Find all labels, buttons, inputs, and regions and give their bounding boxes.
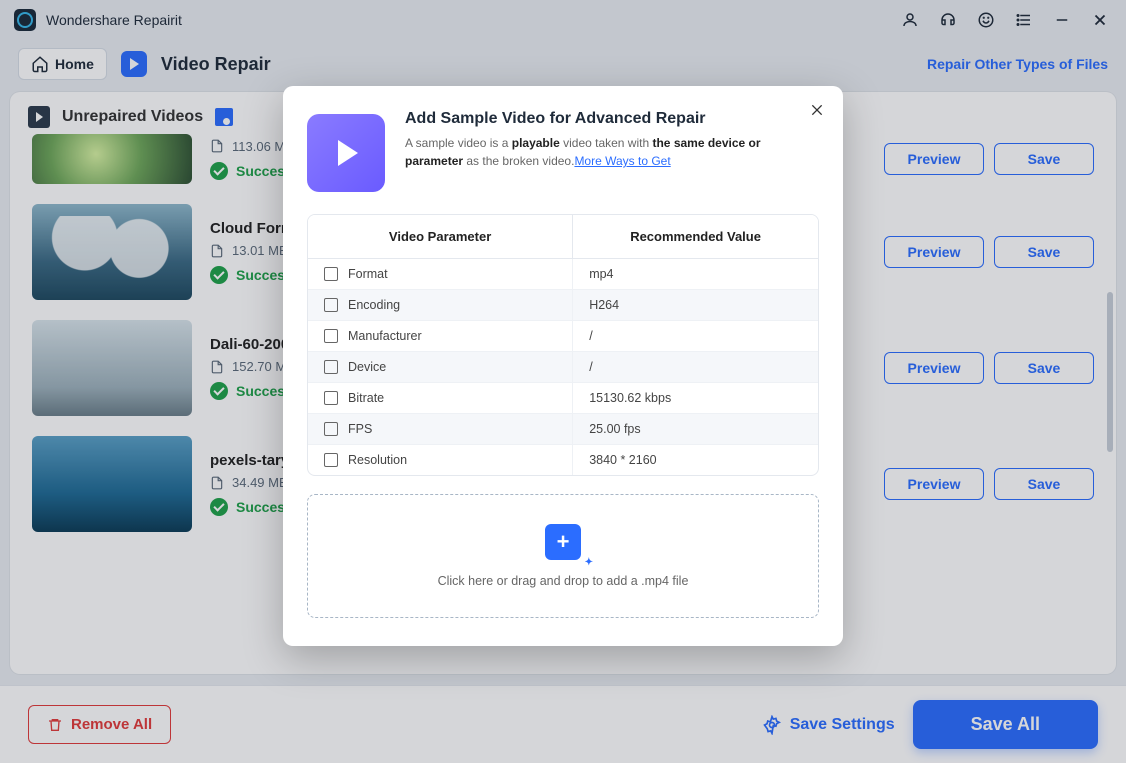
col-value: Recommended Value [573, 215, 818, 258]
param-label: Resolution [348, 453, 407, 467]
param-value: / [573, 352, 818, 382]
close-icon[interactable] [805, 98, 829, 122]
resolution-icon [324, 453, 338, 467]
param-value: 25.00 fps [573, 414, 818, 444]
param-value: 3840 * 2160 [573, 445, 818, 475]
param-label: Device [348, 360, 386, 374]
param-label: Format [348, 267, 388, 281]
sample-dropzone[interactable]: + Click here or drag and drop to add a .… [307, 494, 819, 618]
dropzone-hint: Click here or drag and drop to add a .mp… [438, 574, 689, 588]
modal-overlay[interactable]: Add Sample Video for Advanced Repair A s… [0, 0, 1126, 763]
param-label: Manufacturer [348, 329, 422, 343]
sample-video-icon [307, 114, 385, 192]
param-value: mp4 [573, 259, 818, 289]
advanced-repair-modal: Add Sample Video for Advanced Repair A s… [283, 86, 843, 646]
param-value: / [573, 321, 818, 351]
param-value: 15130.62 kbps [573, 383, 818, 413]
modal-desc: A sample video is a playable video taken… [405, 134, 819, 170]
more-ways-link[interactable]: More Ways to Get [574, 154, 670, 168]
modal-title: Add Sample Video for Advanced Repair [405, 110, 819, 128]
format-icon [324, 267, 338, 281]
add-icon: + [545, 524, 581, 560]
device-icon [324, 360, 338, 374]
param-label: FPS [348, 422, 372, 436]
param-label: Bitrate [348, 391, 384, 405]
col-parameter: Video Parameter [308, 215, 573, 258]
fps-icon [324, 422, 338, 436]
param-table: Video Parameter Recommended Value Format… [307, 214, 819, 476]
bitrate-icon [324, 391, 338, 405]
manufacturer-icon [324, 329, 338, 343]
param-label: Encoding [348, 298, 400, 312]
encoding-icon [324, 298, 338, 312]
param-value: H264 [573, 290, 818, 320]
